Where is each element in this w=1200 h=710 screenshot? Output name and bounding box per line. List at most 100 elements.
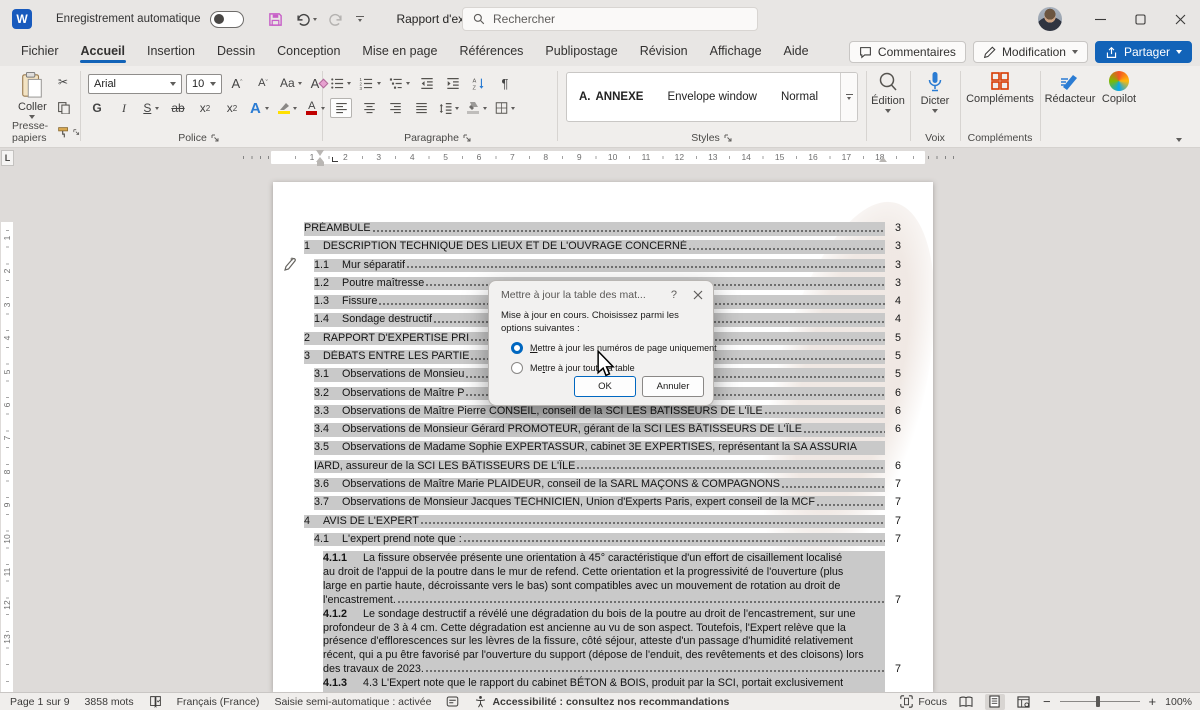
save-icon[interactable] — [268, 12, 283, 27]
font-color-icon[interactable]: A — [306, 98, 324, 118]
grow-font-icon[interactable]: Aˆ — [228, 73, 246, 93]
style-item[interactable]: Envelope window — [655, 91, 769, 103]
right-indent-marker[interactable] — [879, 157, 887, 162]
cancel-button[interactable]: Annuler — [642, 376, 704, 397]
styles-gallery-more-icon[interactable] — [840, 73, 857, 121]
comments-button[interactable]: Commentaires — [849, 41, 966, 63]
change-case-icon[interactable]: Aa — [280, 73, 302, 93]
word-app-icon[interactable]: W — [12, 9, 32, 29]
dialog-launcher-icon[interactable] — [463, 134, 472, 143]
underline-icon[interactable]: S — [142, 98, 160, 118]
align-left-icon[interactable] — [330, 98, 352, 118]
tab-fichier[interactable]: Fichier — [10, 39, 70, 65]
left-indent-marker[interactable] — [317, 162, 324, 166]
tab-aide[interactable]: Aide — [773, 39, 820, 65]
editing-mode-button[interactable]: Modification — [973, 41, 1088, 63]
collapse-ribbon-icon[interactable] — [1176, 138, 1182, 142]
editor-button[interactable]: Rédacteur — [1044, 71, 1096, 105]
zoom-slider-thumb[interactable] — [1096, 696, 1100, 707]
toc-entry[interactable]: 3.3Observations de Maître Pierre CONSEIL… — [314, 405, 885, 419]
print-layout-icon[interactable] — [985, 694, 1005, 710]
zoom-out-icon[interactable]: − — [1043, 694, 1051, 709]
sort-icon[interactable]: AZ — [470, 73, 488, 93]
dialog-help-button[interactable]: ? — [671, 289, 677, 301]
line-spacing-icon[interactable] — [438, 98, 459, 118]
toc-entry[interactable]: 3.6Observations de Maître Marie PLAIDEUR… — [314, 478, 885, 492]
radio-unselected-icon[interactable] — [511, 362, 523, 374]
styles-gallery[interactable]: A.ANNEXEEnvelope windowNormal — [566, 72, 858, 122]
tab-dessin[interactable]: Dessin — [206, 39, 266, 65]
tab-affichage[interactable]: Affichage — [699, 39, 773, 65]
minimize-icon[interactable] — [1080, 0, 1120, 38]
share-button[interactable]: Partager — [1095, 41, 1192, 63]
close-icon[interactable] — [1160, 0, 1200, 38]
font-name-select[interactable]: Arial — [88, 74, 182, 94]
undo-dropdown-icon[interactable] — [313, 18, 317, 21]
shading-icon[interactable] — [467, 98, 486, 118]
italic-icon[interactable]: I — [115, 98, 133, 118]
font-size-select[interactable]: 10 — [186, 74, 222, 94]
tab-insertion[interactable]: Insertion — [136, 39, 206, 65]
clear-formatting-icon[interactable]: A — [310, 73, 328, 93]
dictate-button[interactable]: Dicter — [913, 71, 957, 113]
dialog-close-icon[interactable] — [693, 290, 703, 300]
ok-button[interactable]: OK — [574, 376, 636, 397]
language-indicator[interactable]: Français (France) — [177, 696, 260, 708]
toc-entry[interactable]: 4.1.34.3 L'Expert note que le rapport du… — [323, 676, 885, 692]
toc-entry[interactable]: 1DESCRIPTION TECHNIQUE DES LIEUX ET DE L… — [304, 240, 885, 254]
maximize-icon[interactable] — [1120, 0, 1160, 38]
paste-button[interactable]: Coller — [18, 71, 47, 119]
accessibility-status[interactable]: Accessibilité : consultez nos recommanda… — [474, 695, 729, 708]
web-layout-icon[interactable] — [1014, 694, 1034, 710]
proofing-icon[interactable] — [149, 695, 162, 708]
toc-entry[interactable]: 3.5Observations de Madame Sophie EXPERTA… — [314, 441, 885, 473]
horizontal-ruler[interactable]: 123456789101112131415161718 — [271, 151, 925, 164]
superscript-icon[interactable]: x2 — [223, 98, 241, 118]
highlight-color-icon[interactable] — [278, 98, 297, 118]
toc-entry[interactable]: 3.7Observations de Monsieur Jacques TECH… — [314, 496, 885, 510]
vertical-ruler[interactable]: 12345678910111213 — [1, 168, 13, 692]
tab-conception[interactable]: Conception — [266, 39, 351, 65]
tab-publipostage[interactable]: Publipostage — [534, 39, 628, 65]
margin-edit-pen-icon[interactable] — [281, 256, 298, 274]
bullets-icon[interactable] — [330, 73, 351, 93]
cut-icon[interactable]: ✂ — [54, 72, 72, 92]
dialog-launcher-icon[interactable] — [73, 128, 80, 137]
quick-access-customize-icon[interactable] — [356, 16, 364, 23]
decrease-indent-icon[interactable] — [418, 73, 436, 93]
autosave-toggle[interactable] — [210, 11, 244, 28]
zoom-slider[interactable] — [1060, 701, 1140, 702]
avatar[interactable] — [1038, 7, 1062, 31]
toc-entry[interactable]: PRÉAMBULE3 — [304, 222, 885, 236]
redo-icon[interactable] — [329, 12, 344, 26]
focus-mode-button[interactable]: Focus — [900, 695, 947, 708]
toc-entry[interactable]: 1.1Mur séparatif3 — [314, 259, 885, 273]
align-center-icon[interactable] — [360, 98, 378, 118]
increase-indent-icon[interactable] — [444, 73, 462, 93]
toc-entry[interactable]: 4.1.1La fissure observée présente une or… — [323, 551, 885, 607]
text-effects-icon[interactable]: A — [250, 98, 269, 118]
zoom-in-icon[interactable]: + — [1149, 694, 1157, 709]
toc-entry[interactable]: 3.4Observations de Monsieur Gérard PROMO… — [314, 423, 885, 437]
document-page[interactable]: PRÉAMBULE3 1DESCRIPTION TECHNIQUE DES LIE… — [273, 182, 933, 692]
copy-icon[interactable] — [54, 97, 72, 117]
dialog-launcher-icon[interactable] — [724, 134, 733, 143]
dialog-title-bar[interactable]: Mettre à jour la table des mat... ? — [489, 281, 713, 305]
toc-entry[interactable]: 4AVIS DE L'EXPERT7 — [304, 515, 885, 529]
borders-icon[interactable] — [495, 98, 515, 118]
word-count[interactable]: 3858 mots — [85, 696, 134, 708]
numbering-icon[interactable]: 123 — [359, 73, 380, 93]
undo-icon[interactable] — [295, 12, 317, 26]
show-formatting-marks-icon[interactable]: ¶ — [496, 73, 514, 93]
editing-menu-button[interactable]: Édition — [866, 71, 910, 113]
tab-references[interactable]: Références — [448, 39, 534, 65]
tab-accueil[interactable]: Accueil — [70, 39, 136, 65]
justify-icon[interactable] — [412, 98, 430, 118]
page-indicator[interactable]: Page 1 sur 9 — [10, 696, 70, 708]
dialog-launcher-icon[interactable] — [211, 134, 220, 143]
shrink-font-icon[interactable]: Aˇ — [254, 73, 272, 93]
first-line-indent-marker[interactable] — [316, 150, 324, 156]
radio-selected-icon[interactable] — [511, 342, 523, 354]
multilevel-list-icon[interactable] — [389, 73, 410, 93]
text-predictions-icon[interactable] — [446, 695, 459, 708]
